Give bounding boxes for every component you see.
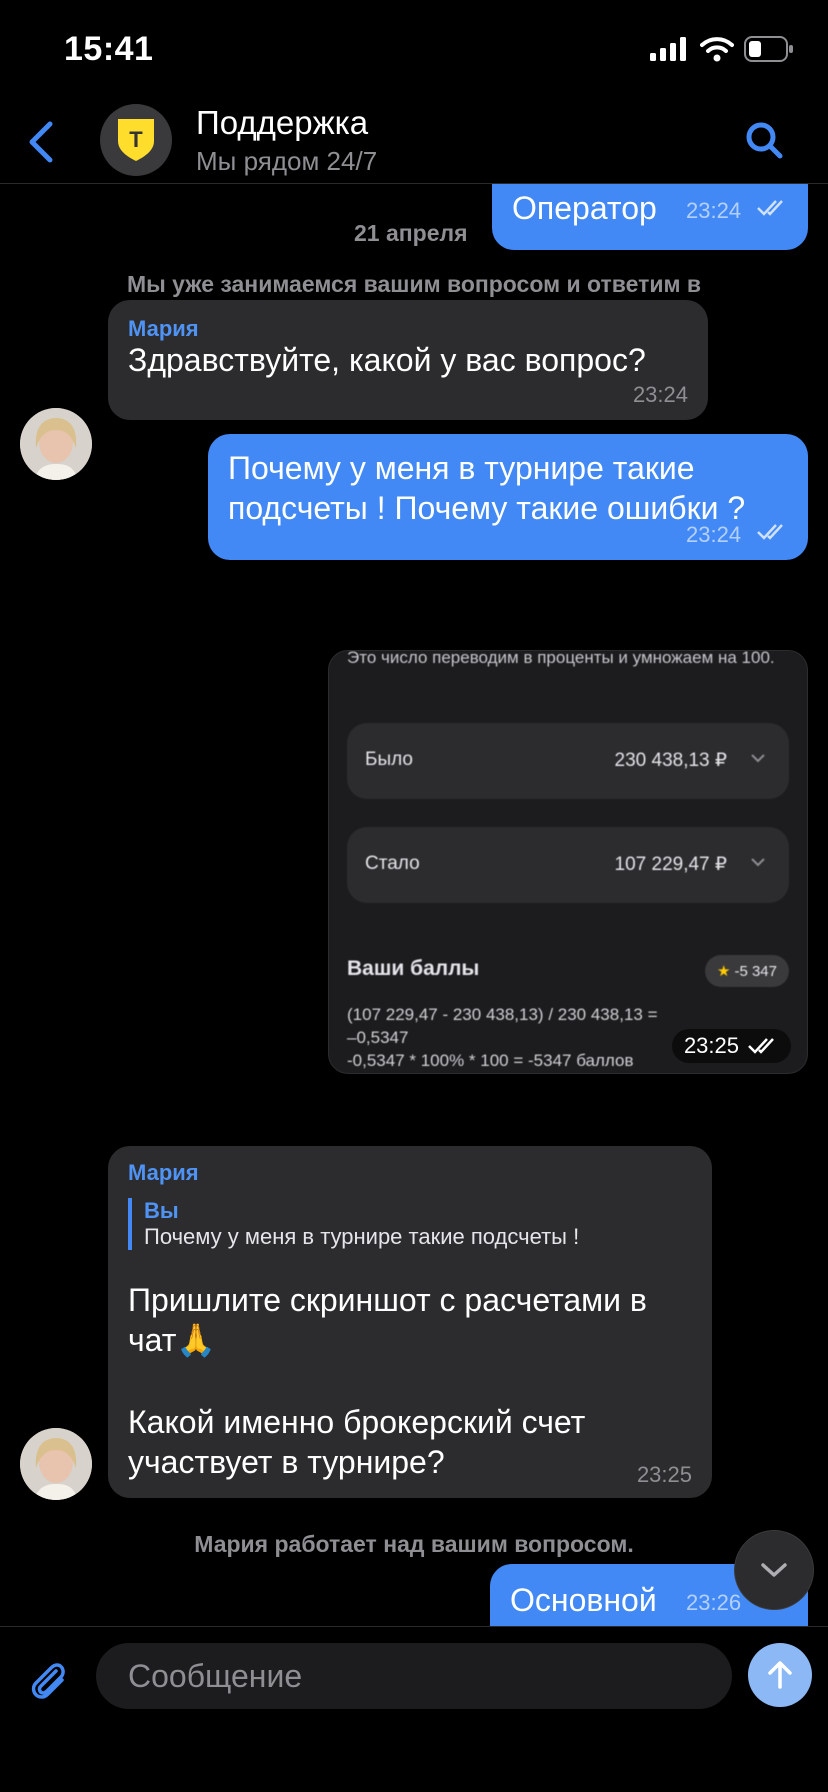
message-text: Почему у меня в турнире такие подсчеты !… xyxy=(228,450,746,526)
message-input[interactable] xyxy=(96,1643,732,1709)
double-check-icon xyxy=(757,200,783,216)
person-photo xyxy=(20,408,92,480)
reply-author: Вы xyxy=(144,1198,179,1223)
formula-line: (107 229,47 - 230 438,13) / 230 438,13 = xyxy=(347,1005,658,1024)
paperclip-icon[interactable] xyxy=(26,1657,70,1701)
message-time: 23:24 xyxy=(686,198,742,223)
reply-quote[interactable]: Вы Почему у меня в турнире такие подсчет… xyxy=(128,1198,684,1250)
send-button[interactable] xyxy=(748,1643,812,1707)
message-text: Здравствуйте, какой у вас вопрос? xyxy=(128,342,646,378)
sender-name: Мария xyxy=(128,316,199,341)
score-badge: ★ -5 347 xyxy=(705,955,789,987)
message-time: 23:26 xyxy=(686,1590,742,1615)
battery-icon xyxy=(744,36,793,62)
sender-name: Мария xyxy=(128,1160,199,1185)
chat-area[interactable]: Оператор 23:24 21 апреля Мы уже занимаем… xyxy=(0,184,828,1626)
chevron-down-icon xyxy=(751,754,765,763)
support-avatar[interactable]: T xyxy=(100,104,172,176)
image-row-label: Было xyxy=(365,749,413,770)
reply-text: Почему у меня в турнире такие подсчеты ! xyxy=(144,1224,580,1249)
double-check-icon xyxy=(757,524,783,540)
chat-header: T Поддержка Мы рядом 24/7 xyxy=(0,100,828,184)
image-row-before: Было 230 438,13 ₽ xyxy=(347,723,789,799)
search-icon[interactable] xyxy=(744,120,784,160)
chat-title: Поддержка xyxy=(196,104,369,141)
double-check-icon xyxy=(748,1038,774,1054)
message-time: 23:24 xyxy=(686,522,742,547)
arrow-up-icon xyxy=(768,1661,792,1689)
image-row-label: Стало xyxy=(365,853,420,874)
back-icon[interactable] xyxy=(22,120,62,164)
chevron-down-icon xyxy=(761,1563,787,1577)
person-photo xyxy=(20,1428,92,1500)
bank-logo-icon: T xyxy=(118,119,154,161)
message-time: 23:25 xyxy=(683,1033,739,1058)
image-score-title: Ваши баллы xyxy=(347,957,480,980)
avatar[interactable] xyxy=(20,1428,92,1500)
chevron-down-icon xyxy=(751,858,765,867)
image-row-value: 107 229,47 ₽ xyxy=(614,854,727,875)
message-incoming[interactable]: Мария Вы Почему у меня в турнире такие п… xyxy=(108,1146,712,1498)
message-outgoing[interactable]: Почему у меня в турнире такие подсчеты !… xyxy=(208,434,808,560)
score-badge-value: -5 347 xyxy=(734,962,777,980)
message-text: Основной xyxy=(510,1582,657,1618)
chat-subtitle: Мы рядом 24/7 xyxy=(196,146,378,176)
scroll-down-button[interactable] xyxy=(734,1530,814,1610)
date-separator: 21 апреля xyxy=(354,220,468,246)
image-top-text: Это число переводим в проценты и умножае… xyxy=(347,650,775,667)
message-incoming[interactable]: Мария Здравствуйте, какой у вас вопрос? … xyxy=(108,300,708,420)
message-text: Пришлите скриншот с расчетами в чат🙏 xyxy=(128,1282,647,1358)
image-time-pill: 23:25 xyxy=(671,1029,791,1063)
image-row-after: Стало 107 229,47 ₽ xyxy=(347,827,789,903)
image-row-value: 230 438,13 ₽ xyxy=(614,750,727,771)
status-bar: 15:41 xyxy=(0,0,828,100)
svg-text:T: T xyxy=(129,127,143,152)
status-icons xyxy=(650,36,794,62)
message-outgoing[interactable]: Оператор 23:24 xyxy=(492,184,808,250)
message-text: Оператор xyxy=(512,190,657,226)
message-input-bar xyxy=(0,1626,828,1792)
system-message: Мария работает над вашим вопросом. xyxy=(194,1531,634,1557)
message-time: 23:24 xyxy=(632,382,688,407)
avatar[interactable] xyxy=(20,408,92,480)
image-message[interactable]: Это число переводим в проценты и умножае… xyxy=(328,650,808,1074)
status-time: 15:41 xyxy=(64,30,154,68)
message-text: Какой именно брокерский счет участвует в… xyxy=(128,1404,586,1480)
signal-icon xyxy=(650,37,686,61)
message-time: 23:25 xyxy=(636,1462,692,1487)
wifi-icon xyxy=(700,37,734,62)
star-icon: ★ xyxy=(717,963,731,980)
